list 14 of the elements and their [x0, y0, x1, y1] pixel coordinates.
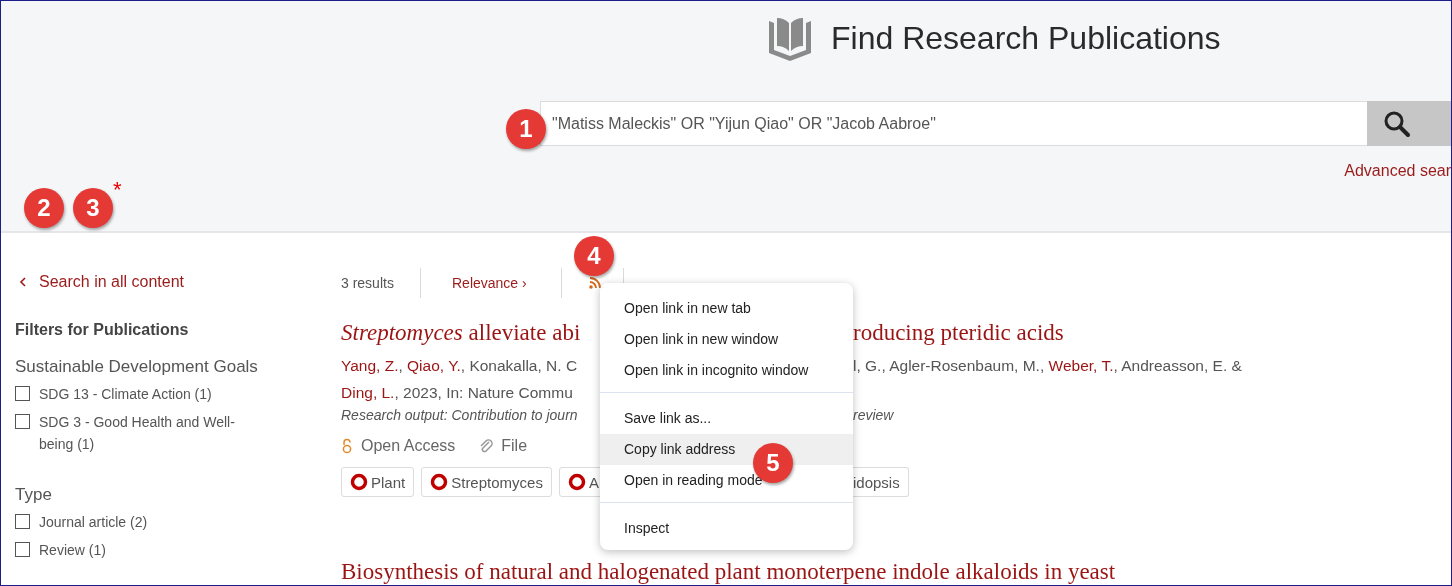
author-list: Ding, L., 2023, In: Nature Commu	[341, 384, 573, 401]
asterisk-mark: *	[113, 177, 122, 203]
open-access-label: Open Access	[361, 437, 456, 455]
output-type: Research output: Contribution to journ	[341, 407, 578, 423]
output-type: review	[853, 407, 894, 423]
result-count: 3 results	[341, 275, 395, 291]
file-label: File	[501, 437, 528, 455]
filter-group-title: Type	[15, 485, 53, 505]
site-title: Find Research Publications	[831, 19, 1221, 57]
step-number-overlay: 4	[574, 236, 614, 276]
author-list: Yang, Z., Qiao, Y., Konakalla, N. C	[341, 357, 578, 374]
filter-group-title: Sustainable Development Goals	[15, 357, 259, 377]
author-list: l, G., Agler-Rosenbaum, M., Weber, T., Andreasson, E. &	[853, 357, 1242, 374]
filter-heading: Filters for Publications	[15, 321, 190, 339]
